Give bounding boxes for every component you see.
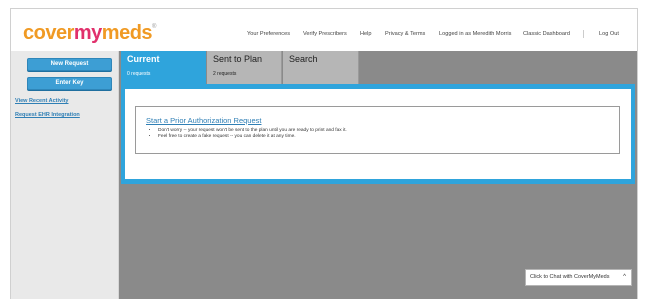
covermymeds-logo[interactable]: covermymeds®: [23, 22, 156, 45]
tab-current[interactable]: Current 0 requests: [121, 51, 206, 85]
list-item: Feel free to create a fake request -- yo…: [158, 134, 347, 139]
new-request-button[interactable]: New Request: [27, 58, 112, 71]
logo-part-cover: cover: [23, 22, 74, 44]
app-window: covermymeds® Your Preferences Verify Pre…: [10, 8, 638, 299]
start-request-box: Start a Prior Authorization Request Don'…: [135, 106, 620, 154]
start-prior-authorization-link[interactable]: Start a Prior Authorization Request: [146, 116, 261, 125]
header: covermymeds® Your Preferences Verify Pre…: [11, 9, 637, 51]
nav-classic-dashboard[interactable]: Classic Dashboard: [523, 31, 570, 37]
panel-inner: Start a Prior Authorization Request Don'…: [125, 89, 631, 179]
current-requests-panel: Start a Prior Authorization Request Don'…: [121, 84, 635, 184]
request-ehr-integration-link[interactable]: Request EHR Integration: [15, 112, 80, 118]
logo-part-meds: meds: [101, 22, 153, 44]
enter-key-button[interactable]: Enter Key: [27, 77, 112, 90]
nav-help[interactable]: Help: [360, 31, 372, 37]
tab-search-title: Search: [289, 54, 318, 64]
nav-privacy-terms[interactable]: Privacy & Terms: [385, 31, 425, 37]
tab-sent-title: Sent to Plan: [213, 54, 263, 64]
tab-current-title: Current: [127, 54, 160, 64]
tab-current-count: 0 requests: [127, 71, 151, 77]
chevron-up-icon: ^: [623, 274, 626, 280]
chat-label: Click to Chat with CoverMyMeds: [530, 274, 610, 280]
main-content: Current 0 requests Sent to Plan 2 reques…: [119, 51, 637, 299]
view-recent-activity-link[interactable]: View Recent Activity: [15, 98, 69, 104]
nav-divider: [583, 30, 584, 38]
nav-logged-in-as: Logged in as Meredith Morris: [439, 31, 512, 37]
logo-registered-mark: ®: [152, 24, 156, 30]
tab-sent-count: 2 requests: [213, 71, 237, 77]
tab-sent-to-plan[interactable]: Sent to Plan 2 requests: [207, 51, 282, 85]
chat-widget-button[interactable]: Click to Chat with CoverMyMeds ^: [525, 269, 632, 286]
logo-part-my: my: [73, 22, 102, 44]
nav-your-preferences[interactable]: Your Preferences: [247, 31, 290, 37]
tab-search[interactable]: Search: [283, 51, 359, 85]
info-list: Don't worry -- your request won't be sen…: [158, 128, 347, 140]
nav-log-out[interactable]: Log Out: [599, 31, 619, 37]
list-item: Don't worry -- your request won't be sen…: [158, 128, 347, 133]
nav-verify-prescribers[interactable]: Verify Prescribers: [303, 31, 347, 37]
sidebar: New Request Enter Key View Recent Activi…: [11, 51, 119, 299]
